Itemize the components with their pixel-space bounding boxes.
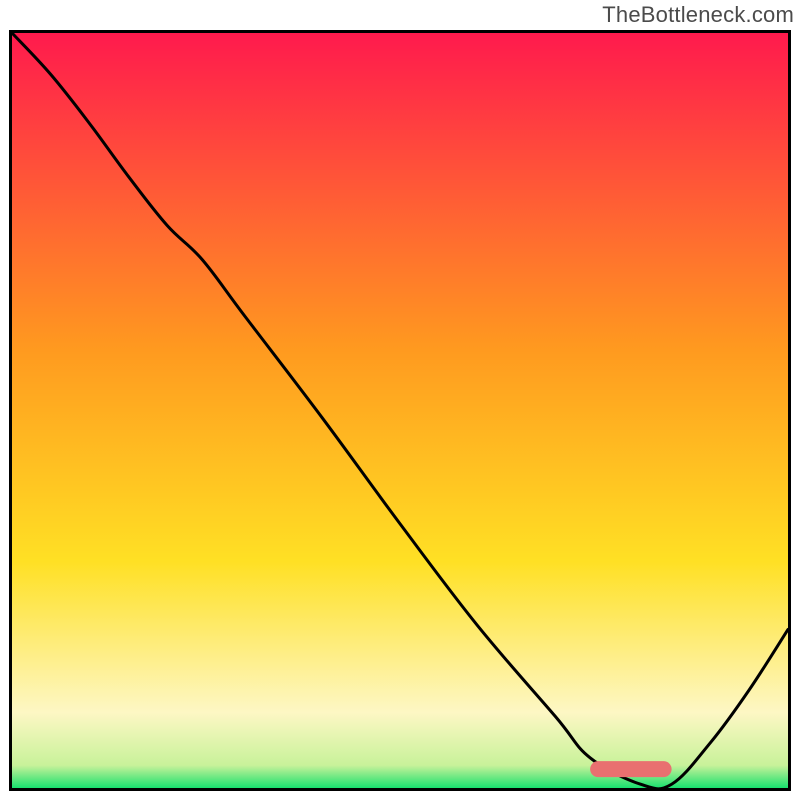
attribution-text: TheBottleneck.com [602,2,794,28]
chart-svg [12,33,788,788]
optimum-marker [590,761,671,777]
chart-background [12,33,788,788]
chart-canvas [12,33,788,788]
chart-frame [9,30,791,791]
